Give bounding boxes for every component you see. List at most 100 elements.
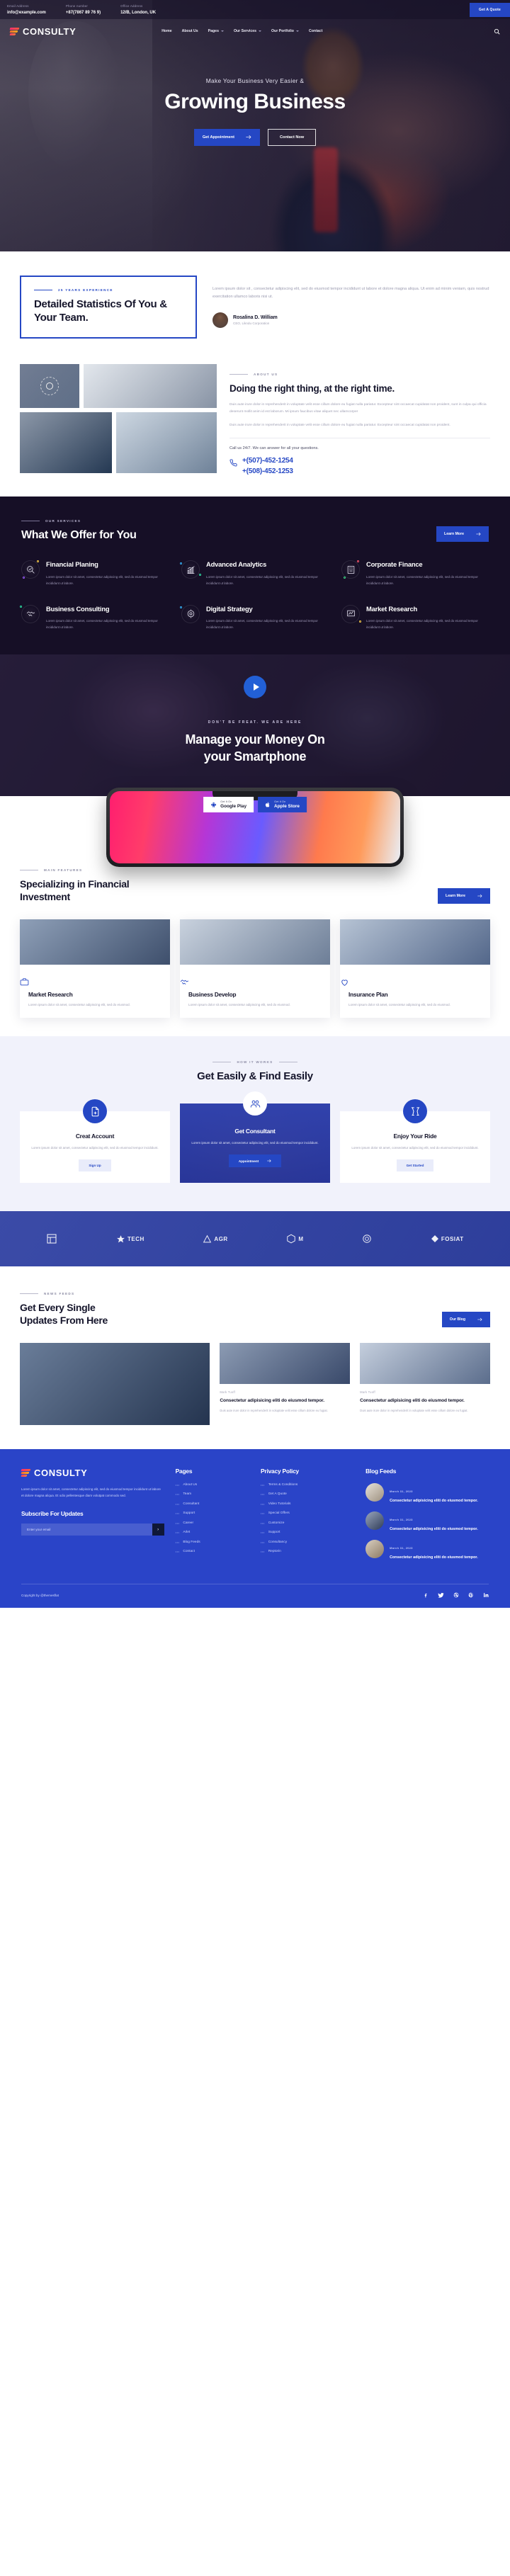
brand-label: M xyxy=(298,1235,304,1242)
facebook-icon[interactable] xyxy=(424,1592,429,1599)
subscribe-submit-button[interactable]: › xyxy=(152,1524,164,1536)
feature-card-insurance-plan[interactable]: Insurance Plan Lorem ipsum dolor sit ame… xyxy=(340,919,490,1019)
news-description: Duis aute irure dolor in reprehenderit i… xyxy=(360,1409,468,1413)
bullet-dots-icon: ••• xyxy=(175,1531,180,1535)
circle-logo-icon xyxy=(363,1235,371,1243)
phone-number-2[interactable]: +(508)-452-1253 xyxy=(242,467,293,475)
footer-link-consultancy[interactable]: ••• Consultancy xyxy=(261,1541,354,1544)
brand-logo[interactable]: CONSULTY xyxy=(9,26,76,37)
footer-link-blog-feeds[interactable]: ••• Blog Feeds xyxy=(176,1541,249,1544)
nav-item-pages[interactable]: Pages xyxy=(208,29,224,33)
video-cta-title-line1: Manage your Money On xyxy=(185,732,325,747)
footer-blog-item-1[interactable]: March 31, 2023 Consectetur adipisicing e… xyxy=(366,1482,489,1504)
news-card-2[interactable]: Mark Tuoff Consectetur adipisicing eliti… xyxy=(360,1342,490,1425)
nav-item-our-portfolio[interactable]: Our Portfolio xyxy=(271,29,299,33)
blog-thumbnail xyxy=(366,1539,385,1558)
footer-link-contact[interactable]: ••• Contact xyxy=(176,1550,249,1553)
news-card-1[interactable]: Mark Tuoff Consectetur adipisicing eliti… xyxy=(220,1342,351,1425)
about-image-3 xyxy=(20,412,112,474)
services-learn-more-button[interactable]: Learn More xyxy=(436,526,489,543)
nav-item-contact[interactable]: Contact xyxy=(309,29,322,33)
service-card-corporate-finance[interactable]: Corporate Finance Lorem ipsum dolor sit … xyxy=(341,560,489,586)
link-label: Blog Feeds xyxy=(183,1540,200,1544)
footer-link-video-tutorials[interactable]: ••• Video Tutorials xyxy=(261,1502,354,1506)
news-feeds-section: NEWS FEEDS Get Every Single Updates From… xyxy=(0,1266,510,1448)
strategy-icon xyxy=(180,604,200,623)
services-title: What We Offer for You xyxy=(21,529,137,542)
contact-now-button[interactable]: Contact Now xyxy=(267,128,317,146)
footer-link-support[interactable]: ••• Support xyxy=(176,1511,249,1515)
footer-link-support-2[interactable]: ••• Support xyxy=(261,1531,354,1534)
footer-link-reptorin[interactable]: ••• Reptorin xyxy=(261,1550,354,1553)
how-step-enjoy-your-ride[interactable]: Enjoy Your Ride Lorem ipsum dolor sit am… xyxy=(340,1099,490,1184)
sign-up-button[interactable]: Sign Up xyxy=(79,1159,111,1172)
blog-text: Consectetur adipisicing eliti do eiusmod… xyxy=(390,1498,478,1503)
service-card-financial-planing[interactable]: Financial Planing Lorem ipsum dolor sit … xyxy=(21,560,169,586)
feature-card-market-research[interactable]: Market Research Lorem ipsum dolor sit am… xyxy=(20,919,170,1019)
footer-link-customize[interactable]: ••• Customize xyxy=(261,1521,354,1525)
news-hero-image xyxy=(20,1342,210,1425)
brand-logo-1 xyxy=(46,1233,57,1244)
footer-blog-item-3[interactable]: March 31, 2023 Consectetur adipisicing e… xyxy=(366,1539,489,1560)
apple-store-button[interactable]: Get It On Apple Store xyxy=(258,797,307,813)
features-learn-more-button[interactable]: Learn More xyxy=(438,887,490,904)
service-card-advanced-analytics[interactable]: Advanced Analytics Lorem ipsum dolor sit… xyxy=(180,560,329,586)
footer-blog-item-2[interactable]: March 31, 2023 Consectetur adipisicing e… xyxy=(366,1511,489,1532)
star-icon xyxy=(117,1235,125,1243)
linkedin-icon[interactable] xyxy=(483,1592,489,1598)
get-appointment-button[interactable]: Get Appointment xyxy=(193,128,260,146)
footer-link-team[interactable]: ••• Team xyxy=(176,1492,249,1496)
brand-logo-6: FOSIAT xyxy=(431,1235,464,1243)
footer-link-consultant[interactable]: ••• Consultant xyxy=(176,1502,249,1506)
button-label: Get Appointment xyxy=(202,135,234,140)
news-title-line2: Updates From Here xyxy=(20,1314,108,1326)
dribbble-icon[interactable] xyxy=(453,1592,459,1598)
topbar-email-value[interactable]: info@example.com xyxy=(7,9,46,16)
search-icon[interactable] xyxy=(494,28,500,35)
news-hero-card[interactable] xyxy=(20,1342,210,1425)
google-play-button[interactable]: Get It On Google Play xyxy=(203,797,254,813)
bullet-dots-icon: ••• xyxy=(261,1511,265,1516)
twitter-icon[interactable] xyxy=(438,1592,444,1599)
bullet-dots-icon: ••• xyxy=(261,1492,265,1497)
eyebrow-label: OUR SERVICES xyxy=(45,519,81,523)
footer-link-special-offers[interactable]: ••• Special Offers xyxy=(261,1511,354,1515)
footer-link-career[interactable]: ••• Career xyxy=(176,1521,249,1525)
statistics-paragraph: Lorem ipsum dolor sit , consectetur adip… xyxy=(212,287,489,300)
service-name: Digital Strategy xyxy=(206,604,253,613)
footer-link-about-us[interactable]: ••• About Us xyxy=(176,1483,249,1487)
pinterest-icon[interactable] xyxy=(468,1592,474,1598)
blog-thumbnail xyxy=(366,1511,385,1530)
our-blog-button[interactable]: Our Blog xyxy=(441,1311,490,1327)
get-started-button[interactable]: Get Started xyxy=(396,1159,434,1172)
link-label: Team xyxy=(183,1492,192,1497)
nav-label: Our Services xyxy=(233,29,256,33)
nav-item-about-us[interactable]: About Us xyxy=(182,29,198,33)
bullet-dots-icon: ••• xyxy=(175,1502,180,1506)
services-grid: Financial Planing Lorem ipsum dolor sit … xyxy=(20,560,489,630)
phone-number-1[interactable]: +(507)-452-1254 xyxy=(242,457,293,465)
topbar-email: Email Address info@example.com xyxy=(7,3,46,16)
blog-text: Consectetur adipisicing eliti do eiusmod… xyxy=(390,1555,478,1560)
footer-link-arlet[interactable]: ••• Arlet xyxy=(176,1531,249,1534)
appointment-button[interactable]: Appointment xyxy=(228,1154,282,1168)
footer-brand-column: CONSULTY Lorem ipsum dolor sit amet, con… xyxy=(21,1468,164,1568)
android-icon xyxy=(211,802,216,808)
service-card-digital-strategy[interactable]: Digital Strategy Lorem ipsum dolor sit a… xyxy=(180,604,329,630)
topbar-phone: Phone number +87(7867 89 76 9) xyxy=(66,3,101,16)
feature-card-business-develop[interactable]: Business Develop Lorem ipsum dolor sit a… xyxy=(180,919,330,1019)
get-a-quote-button[interactable]: Get A Quote xyxy=(470,2,510,17)
how-step-creat-account[interactable]: Creat Account Lorem ipsum dolor sit amet… xyxy=(20,1099,170,1184)
nav-item-home[interactable]: Home xyxy=(162,29,171,33)
footer-link-terms-conditions[interactable]: ••• Terms & Conditions xyxy=(261,1483,354,1487)
service-card-business-consulting[interactable]: Business Consulting Lorem ipsum dolor si… xyxy=(20,604,169,630)
subscribe-email-input[interactable] xyxy=(21,1524,152,1536)
footer-link-get-a-quote[interactable]: ••• Get A Quote xyxy=(261,1492,354,1496)
footer-brand[interactable]: CONSULTY xyxy=(21,1468,164,1478)
nav-item-our-services[interactable]: Our Services xyxy=(234,29,261,33)
news-grid: Mark Tuoff Consectetur adipisicing eliti… xyxy=(20,1342,490,1425)
how-step-get-consultant[interactable]: Get Consultant Lorem ipsum dolor sit ame… xyxy=(180,1091,330,1183)
topbar-phone-value[interactable]: +87(7867 89 76 9) xyxy=(66,9,101,16)
how-eyebrow: HOW IT WORKS xyxy=(20,1060,490,1064)
service-card-market-research[interactable]: Market Research Lorem ipsum dolor sit am… xyxy=(341,604,489,630)
